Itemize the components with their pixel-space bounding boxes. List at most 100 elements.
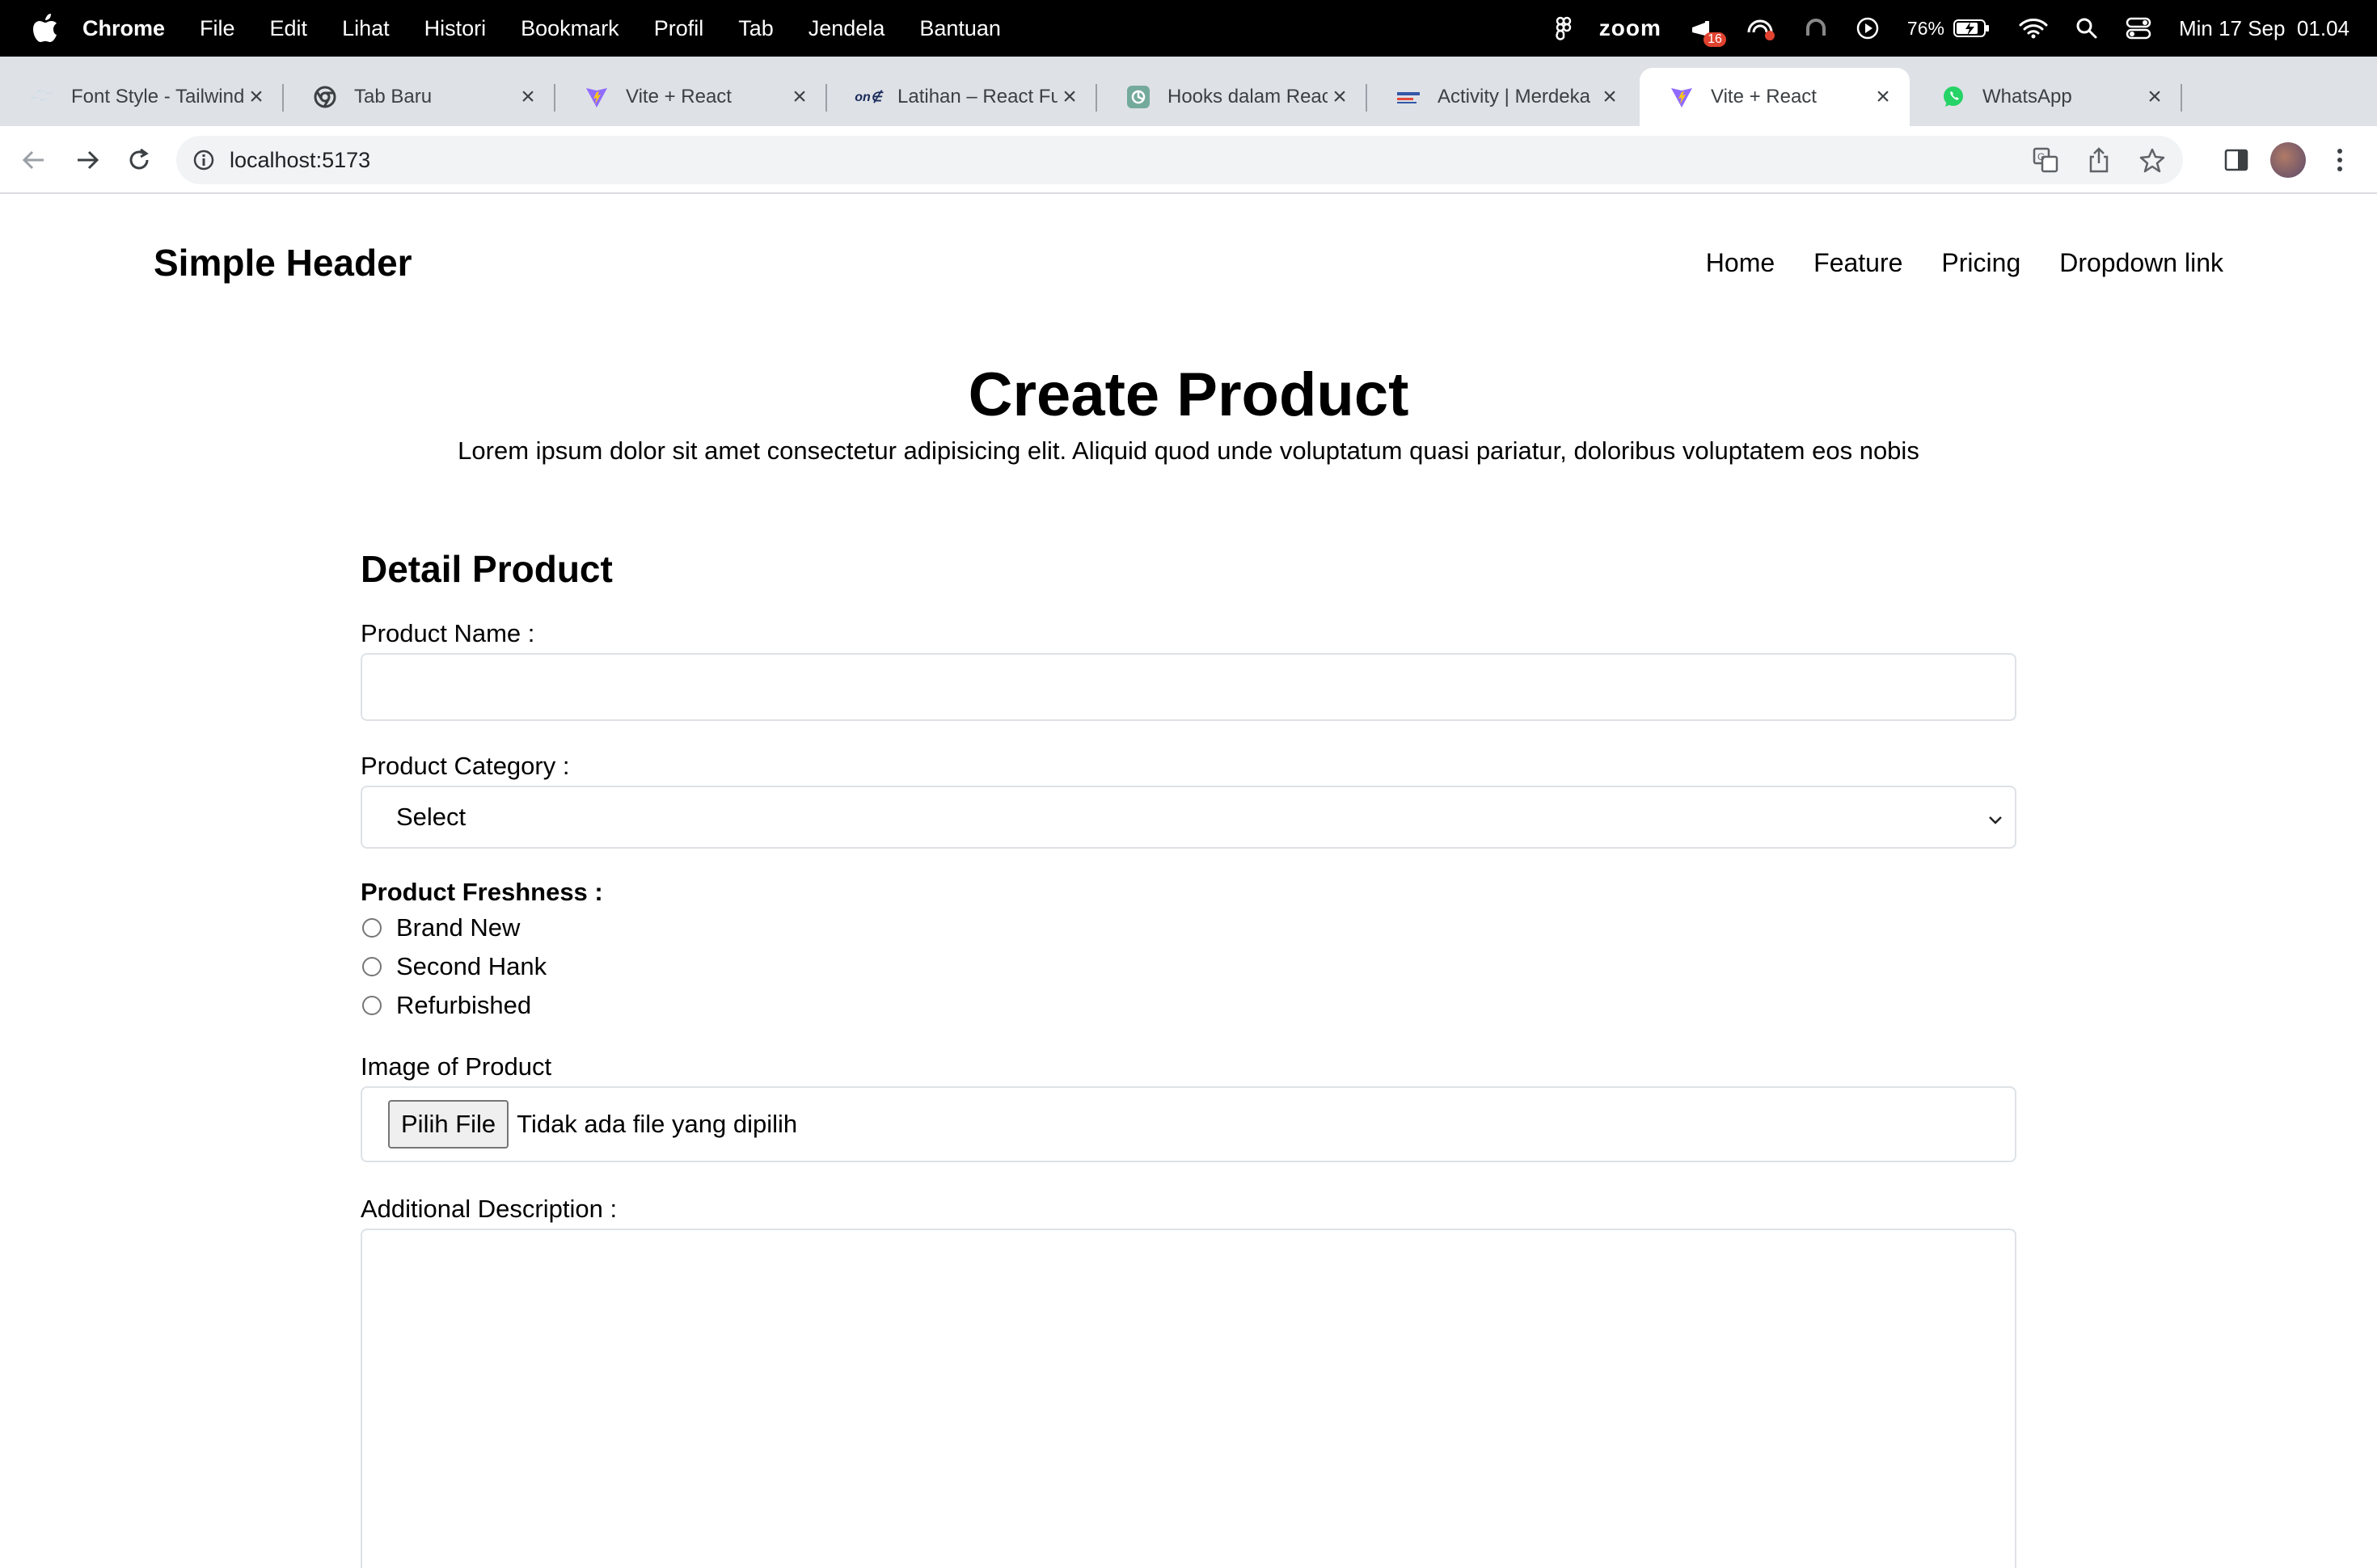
tab-title: Hooks dalam React [1167,86,1328,107]
site-nav: Home Feature Pricing Dropdown link [1706,248,2223,278]
tab-separator [2181,84,2182,112]
site-header: Simple Header Home Feature Pricing Dropd… [154,226,2223,299]
menu-bookmark[interactable]: Bookmark [521,16,619,41]
tab-close-icon[interactable]: × [1598,83,1622,110]
zoom-notification-icon[interactable]: 16 [1689,16,1726,47]
tab-title: Vite + React [1711,86,1817,107]
product-name-label: Product Name : [361,619,535,647]
macos-menubar: Chrome File Edit Lihat Histori Bookmark … [0,0,2377,57]
side-panel-icon[interactable] [2219,142,2254,178]
vite-icon [584,84,610,110]
headphone-icon[interactable] [1804,16,1828,40]
apple-icon[interactable] [29,14,61,43]
menu-tab[interactable]: Tab [738,16,774,41]
tab-close-icon[interactable]: × [1871,83,1895,110]
clock-datetime[interactable]: Min 17 Sep 01.04 [2179,16,2350,41]
tab-close-icon[interactable]: × [1328,83,1352,110]
openai-icon [1125,84,1151,110]
tab-close-icon[interactable]: × [516,83,540,110]
menu-help[interactable]: Bantuan [919,16,1001,41]
browser-toolbar: localhost:5173 G [0,126,2377,194]
radio-button[interactable] [362,957,382,976]
nav-link-home[interactable]: Home [1706,248,1775,278]
chevron-down-icon [1987,803,2003,832]
menu-view[interactable]: Lihat [342,16,390,41]
share-icon[interactable] [2084,145,2113,175]
page-title: Create Product [968,360,1409,429]
browser-tab-active[interactable]: Vite + React × [1640,68,1910,126]
browser-tab-strip: Font Style - Tailwind × Tab Baru × Vite … [0,57,2377,161]
menu-history[interactable]: Histori [424,16,487,41]
figma-icon[interactable] [1556,16,1572,40]
radio-label: Refurbished [396,991,532,1019]
radio-button[interactable] [362,996,382,1015]
tab-title: Font Style - Tailwind [71,86,244,107]
browser-tab[interactable]: WhatsApp × [1911,68,2182,126]
radio-label: Second Hank [396,952,547,980]
choose-file-button[interactable]: Pilih File [388,1100,509,1149]
screen-share-icon[interactable] [1744,16,1776,40]
tab-close-icon[interactable]: × [1058,83,1082,110]
bookmark-star-icon[interactable] [2138,145,2167,175]
menu-profile[interactable]: Profil [654,16,704,41]
nav-link-dropdown[interactable]: Dropdown link [2059,248,2223,278]
spotlight-search-icon[interactable] [2075,17,2098,40]
chrome-icon [312,84,338,110]
whatsapp-icon [1940,84,1966,110]
menu-window[interactable]: Jendela [809,16,885,41]
tab-close-icon[interactable]: × [244,83,268,110]
one-icon: on∉ [855,91,882,104]
forward-arrow-icon[interactable] [70,142,105,178]
product-image-label: Image of Product [361,1052,552,1081]
tab-title: Activity | Merdeka [1438,86,1590,107]
omnibox-actions: G [2031,145,2167,175]
battery-icon[interactable] [1953,18,1991,39]
play-circle-icon[interactable] [1856,16,1880,40]
address-bar[interactable]: localhost:5173 G [176,136,2183,184]
wifi-icon[interactable] [2019,17,2048,40]
tab-close-icon[interactable]: × [787,83,812,110]
site-info-icon[interactable] [191,147,217,173]
tab-title: Latihan – React Fu [897,86,1058,107]
back-arrow-icon[interactable] [16,142,52,178]
radio-button[interactable] [362,918,382,938]
tab-title: WhatsApp [1982,86,2072,107]
product-image-file-input[interactable]: Pilih File Tidak ada file yang dipilih [361,1086,2016,1162]
additional-description-textarea[interactable] [361,1229,2016,1568]
browser-tab[interactable]: Font Style - Tailwind × [0,68,284,126]
zoom-status-label[interactable]: zoom [1599,15,1661,41]
tab-title: Vite + React [626,86,732,107]
product-category-select[interactable]: Select [361,786,2016,849]
svg-text:G: G [2037,151,2045,162]
freshness-radio-refurbished[interactable]: Refurbished [361,986,2016,1025]
browser-tab[interactable]: Vite + React × [555,68,827,126]
reload-icon[interactable] [121,142,157,178]
nav-link-feature[interactable]: Feature [1813,248,1902,278]
tab-close-icon[interactable]: × [2143,83,2167,110]
profile-avatar[interactable] [2270,142,2306,178]
menu-app-name[interactable]: Chrome [82,16,165,41]
menu-edit[interactable]: Edit [270,16,308,41]
file-status-text: Tidak ada file yang dipilih [517,1110,798,1138]
freshness-radio-second-hank[interactable]: Second Hank [361,947,2016,986]
menubar-status-area: zoom 16 76% Min 17 Sep 01.04 [1556,0,2350,57]
product-name-input[interactable] [361,653,2016,721]
hero-section: Create Product Lorem ipsum dolor sit ame… [0,359,2377,467]
form-section-title: Detail Product [361,548,613,590]
control-center-icon[interactable] [2126,17,2151,40]
select-value: Select [396,803,467,831]
battery-percent: 76% [1906,17,1944,39]
browser-tab[interactable]: on∉ Latihan – React Fu × [826,68,1097,126]
browser-tab[interactable]: Activity | Merdeka × [1366,68,1636,126]
translate-icon[interactable]: G [2031,145,2060,175]
menu-file[interactable]: File [200,16,235,41]
product-freshness-label: Product Freshness : [361,878,603,906]
browser-tab[interactable]: Hooks dalam React × [1096,68,1367,126]
site-brand[interactable]: Simple Header [154,241,412,285]
kebab-menu-icon[interactable] [2322,142,2358,178]
browser-tab[interactable]: Tab Baru × [283,68,555,126]
nav-link-pricing[interactable]: Pricing [1941,248,2020,278]
address-url[interactable]: localhost:5173 [230,148,370,173]
freshness-radio-brand-new[interactable]: Brand New [361,908,2016,947]
zoom-badge: 16 [1704,32,1726,47]
